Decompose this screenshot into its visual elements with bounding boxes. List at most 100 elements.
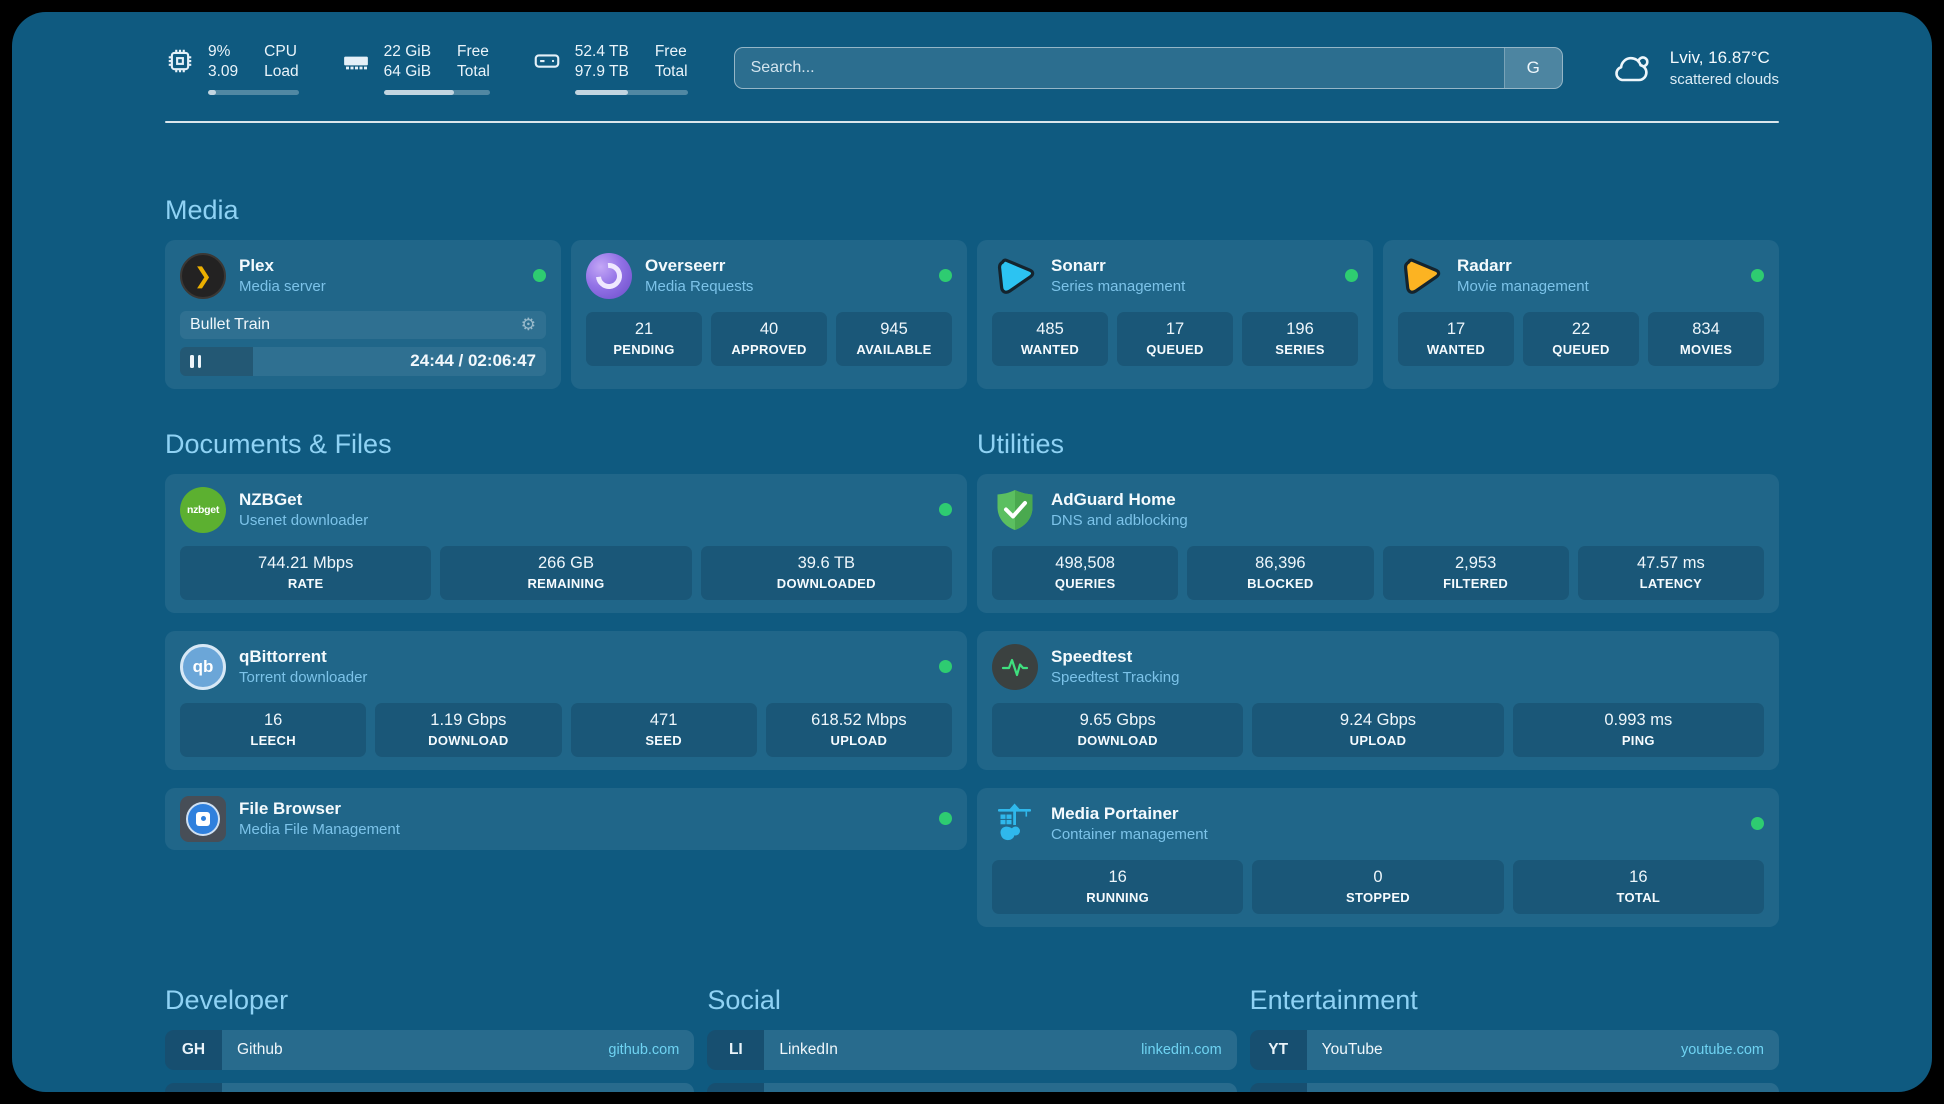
- stat-box: 9.65 Gbps DOWNLOAD: [992, 703, 1243, 757]
- stat-box: 945 AVAILABLE: [836, 312, 952, 366]
- app-card-overseerr[interactable]: Overseerr Media Requests 21 PENDING 40 A…: [571, 240, 967, 389]
- link-label: Github: [237, 1041, 283, 1059]
- stat-box: 86,396 BLOCKED: [1187, 546, 1373, 600]
- app-card-nzbget[interactable]: nzbget NZBGet Usenet downloader 744.21 M…: [165, 474, 967, 613]
- stat-box: 22 QUEUED: [1523, 312, 1639, 366]
- ram-total-value: 64 GiB: [384, 62, 431, 82]
- gear-icon[interactable]: ⚙: [521, 316, 536, 333]
- app-name: NZBGet: [239, 490, 368, 510]
- stat-box: 16 TOTAL: [1513, 860, 1764, 914]
- qbittorrent-icon: qb: [180, 644, 226, 690]
- app-card-speedtest[interactable]: Speedtest Speedtest Tracking 9.65 Gbps D…: [977, 631, 1779, 770]
- header-divider: [165, 121, 1779, 123]
- cpu-icon: [165, 46, 195, 76]
- cpu-progress-bar: [208, 90, 299, 95]
- link-github[interactable]: GH Github github.com: [165, 1030, 694, 1070]
- app-subtitle: Torrent downloader: [239, 669, 367, 686]
- stat-box: 485 WANTED: [992, 312, 1108, 366]
- top-bar: 9% 3.09 CPU Load: [165, 12, 1779, 95]
- playback-progress-bar[interactable]: 24:44 / 02:06:47: [180, 347, 546, 376]
- link-twitter[interactable]: TW Twitter twitter.com: [707, 1083, 1236, 1092]
- link-abbr-badge: GH: [165, 1030, 222, 1070]
- now-playing-title: Bullet Train: [190, 316, 270, 334]
- link-stackoverflow[interactable]: SO StackOverflow stackoverflow.com: [165, 1083, 694, 1092]
- pause-icon[interactable]: [190, 355, 201, 368]
- ram-total-label: Total: [457, 62, 490, 82]
- search-engine-button[interactable]: G: [1504, 48, 1562, 88]
- section-title-entertainment: Entertainment: [1250, 985, 1779, 1016]
- stat-box: 16 RUNNING: [992, 860, 1243, 914]
- app-card-portainer[interactable]: Media Portainer Container management 16 …: [977, 788, 1779, 927]
- link-netflix[interactable]: NF Netflix netflix.com: [1250, 1083, 1779, 1092]
- link-abbr-badge: LI: [707, 1030, 764, 1070]
- now-playing-row[interactable]: Bullet Train ⚙: [180, 311, 546, 339]
- status-dot: [1345, 269, 1358, 282]
- app-card-plex[interactable]: ❯ Plex Media server Bullet Train ⚙ 24:44…: [165, 240, 561, 389]
- disk-stat: 52.4 TB 97.9 TB Free Total: [532, 42, 688, 95]
- stat-box: 1.19 Gbps DOWNLOAD: [375, 703, 561, 757]
- status-dot: [939, 269, 952, 282]
- stat-box: 2,953 FILTERED: [1383, 546, 1569, 600]
- portainer-icon: [992, 801, 1038, 847]
- stat-box: 471 SEED: [571, 703, 757, 757]
- app-card-filebrowser[interactable]: File Browser Media File Management: [165, 788, 967, 850]
- app-card-adguard[interactable]: AdGuard Home DNS and adblocking 498,508 …: [977, 474, 1779, 613]
- stat-box: 744.21 Mbps RATE: [180, 546, 431, 600]
- section-title-utilities: Utilities: [977, 429, 1779, 460]
- app-subtitle: Speedtest Tracking: [1051, 669, 1179, 686]
- ram-free-label: Free: [457, 42, 489, 62]
- status-dot: [1751, 269, 1764, 282]
- status-dot: [533, 269, 546, 282]
- cpu-load-value: 3.09: [208, 62, 238, 82]
- status-dot: [939, 812, 952, 825]
- app-name: Sonarr: [1051, 256, 1185, 276]
- app-card-qbittorrent[interactable]: qb qBittorrent Torrent downloader 16 LEE…: [165, 631, 967, 770]
- links-column-developer: Developer GH Github github.com SO StackO…: [165, 985, 694, 1092]
- weather-widget: Lviv, 16.87°C scattered clouds: [1609, 48, 1779, 88]
- hardware-stats: 9% 3.09 CPU Load: [165, 42, 688, 95]
- links-column-entertainment: Entertainment YT YouTube youtube.com NF …: [1250, 985, 1779, 1092]
- stat-box: 16 LEECH: [180, 703, 366, 757]
- weather-condition: scattered clouds: [1670, 71, 1779, 88]
- app-name: Media Portainer: [1051, 804, 1208, 824]
- cpu-usage-value: 9%: [208, 42, 238, 62]
- link-abbr-badge: SO: [165, 1083, 222, 1092]
- search-bar[interactable]: G: [734, 47, 1563, 89]
- app-card-radarr[interactable]: Radarr Movie management 17 WANTED 22 QUE…: [1383, 240, 1779, 389]
- app-name: Radarr: [1457, 256, 1589, 276]
- stat-box: 834 MOVIES: [1648, 312, 1764, 366]
- stat-box: 39.6 TB DOWNLOADED: [701, 546, 952, 600]
- status-dot: [939, 660, 952, 673]
- cpu-stat: 9% 3.09 CPU Load: [165, 42, 299, 95]
- link-abbr-badge: TW: [707, 1083, 764, 1092]
- app-name: Overseerr: [645, 256, 753, 276]
- section-title-media: Media: [165, 195, 1779, 226]
- app-card-sonarr[interactable]: Sonarr Series management 485 WANTED 17 Q…: [977, 240, 1373, 389]
- app-name: qBittorrent: [239, 647, 367, 667]
- search-input[interactable]: [735, 48, 1504, 88]
- section-title-documents: Documents & Files: [165, 429, 967, 460]
- stat-box: 618.52 Mbps UPLOAD: [766, 703, 952, 757]
- link-url: youtube.com: [1681, 1042, 1764, 1058]
- link-label: YouTube: [1322, 1041, 1383, 1059]
- app-name: Speedtest: [1051, 647, 1179, 667]
- app-subtitle: Media server: [239, 278, 326, 295]
- cpu-load-label: Load: [264, 62, 298, 82]
- section-title-social: Social: [707, 985, 1236, 1016]
- app-subtitle: Container management: [1051, 826, 1208, 843]
- link-youtube[interactable]: YT YouTube youtube.com: [1250, 1030, 1779, 1070]
- cloud-icon: [1609, 49, 1655, 87]
- link-linkedin[interactable]: LI LinkedIn linkedin.com: [707, 1030, 1236, 1070]
- status-dot: [1751, 817, 1764, 830]
- weather-location-temp: Lviv, 16.87°C: [1670, 48, 1779, 68]
- ram-icon: [341, 46, 371, 76]
- dashboard-canvas: 9% 3.09 CPU Load: [12, 12, 1932, 1092]
- link-label: LinkedIn: [779, 1041, 838, 1059]
- stat-box: 17 QUEUED: [1117, 312, 1233, 366]
- playback-time: 24:44 / 02:06:47: [410, 351, 536, 371]
- speedtest-icon: [992, 644, 1038, 690]
- nzbget-icon: nzbget: [180, 487, 226, 533]
- app-subtitle: Media File Management: [239, 821, 400, 838]
- filebrowser-icon: [180, 796, 226, 842]
- app-name: Plex: [239, 256, 326, 276]
